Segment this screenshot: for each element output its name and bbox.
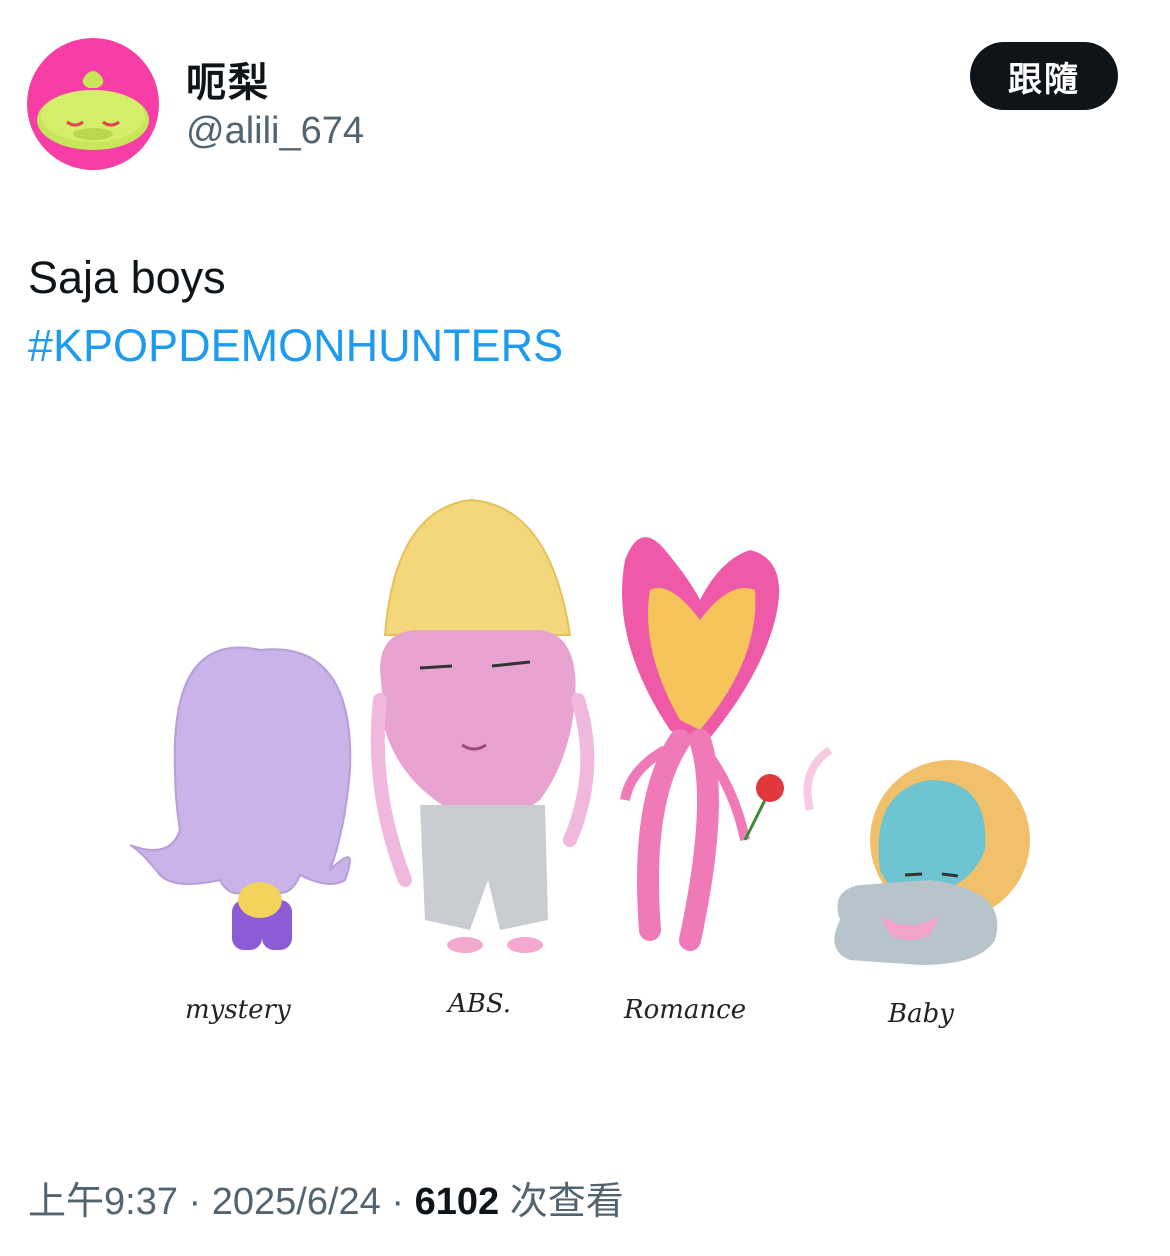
tweet-date[interactable]: 2025/6/24 xyxy=(212,1181,381,1223)
views-count: 6102 xyxy=(414,1181,500,1223)
tweet-image[interactable]: mystery ABS. Romance Baby xyxy=(0,470,1170,1090)
label-baby: Baby xyxy=(887,999,954,1029)
author-display-name[interactable]: 呃梨 xyxy=(186,50,270,108)
meta-separator-2: · xyxy=(380,1181,415,1223)
label-romance: Romance xyxy=(623,995,746,1025)
label-abs: ABS. xyxy=(446,989,511,1019)
avatar-plush-icon xyxy=(37,71,149,150)
label-mystery: mystery xyxy=(185,995,291,1025)
tweet-header: 呃梨 @alili_674 跟隨 xyxy=(0,0,1170,200)
tweet-time[interactable]: 上午9:37 xyxy=(28,1181,178,1223)
hashtag-link[interactable]: #KPOPDEMONHUNTERS xyxy=(28,320,563,372)
views-label: 次查看 xyxy=(499,1181,624,1223)
meta-separator-1: · xyxy=(177,1181,212,1223)
figure-romance xyxy=(620,537,784,951)
follow-button[interactable]: 跟隨 xyxy=(970,42,1118,110)
figure-abs xyxy=(370,498,595,953)
author-handle[interactable]: @alili_674 xyxy=(186,110,364,153)
avatar[interactable] xyxy=(27,38,159,170)
tweet-meta: 上午9:37 · 2025/6/24 · 6102 次查看 xyxy=(28,1170,624,1225)
tweet-text: Saja boys xyxy=(28,252,226,303)
figure-baby xyxy=(803,746,1030,965)
illustration: mystery ABS. Romance Baby xyxy=(129,498,1030,1029)
figure-mystery xyxy=(129,646,352,950)
